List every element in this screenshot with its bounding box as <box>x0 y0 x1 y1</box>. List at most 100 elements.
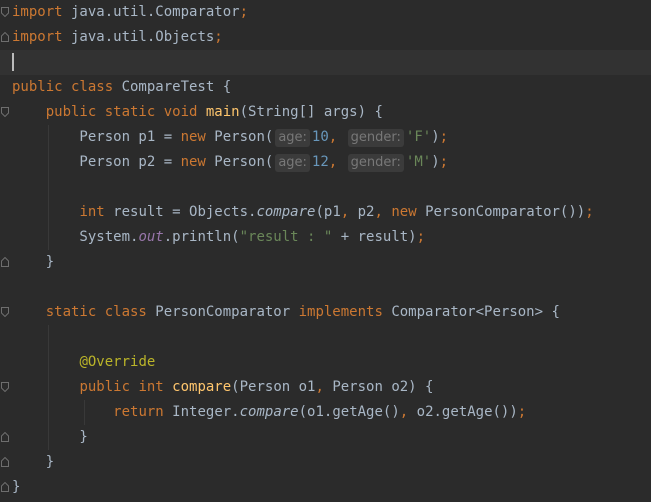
code-token: , <box>328 129 346 145</box>
code-line[interactable]: } <box>0 450 651 475</box>
code-line[interactable] <box>0 175 651 200</box>
code-token: Person p1 = <box>12 129 181 145</box>
code-line[interactable]: System.out.println("result : " + result)… <box>0 225 651 250</box>
code-line-text: } <box>12 250 54 275</box>
code-token: p2 <box>357 204 375 220</box>
code-token: 'F' <box>405 129 432 145</box>
code-line[interactable]: import java.util.Objects; <box>0 25 651 50</box>
code-token: ; <box>439 129 449 145</box>
code-line-text: public int compare(Person o1, Person o2)… <box>12 375 433 400</box>
code-line[interactable]: import java.util.Comparator; <box>0 0 651 25</box>
code-line-text: } <box>12 450 54 475</box>
code-line[interactable]: } <box>0 475 651 500</box>
code-token: Person o2) { <box>332 379 434 395</box>
code-token: ) <box>431 154 440 170</box>
code-token: result = Objects. <box>113 204 257 220</box>
code-token: java.util.Comparator <box>62 4 240 20</box>
code-token: Person p2 = <box>12 154 181 170</box>
code-token: ) <box>431 129 440 145</box>
fold-close-icon[interactable] <box>1 482 9 492</box>
fold-close-icon[interactable] <box>1 257 9 267</box>
fold-open-icon[interactable] <box>1 382 9 392</box>
code-token: ; <box>239 4 249 20</box>
code-token: "result : " <box>239 229 333 245</box>
code-token: main <box>205 104 240 120</box>
code-token: (o1.getAge() <box>298 404 400 420</box>
code-token: public int <box>79 379 173 395</box>
code-line[interactable]: } <box>0 250 651 275</box>
code-token: (p1 <box>315 204 341 220</box>
code-token: , <box>399 404 417 420</box>
parameter-hint: age: <box>275 154 310 172</box>
code-token: return <box>113 404 173 420</box>
code-token: 12 <box>311 154 329 170</box>
code-line[interactable]: public int compare(Person o1, Person o2)… <box>0 375 651 400</box>
code-token: , <box>328 154 346 170</box>
code-line[interactable]: static class PersonComparator implements… <box>0 300 651 325</box>
code-line[interactable]: Person p2 = new Person(age: 12, gender: 'M… <box>0 150 651 175</box>
fold-close-icon[interactable] <box>1 32 9 42</box>
code-token: @Override <box>79 354 156 370</box>
code-token: new <box>180 154 215 170</box>
code-line-text: Person p1 = new Person(age: 10, gender: 'F… <box>12 125 448 150</box>
fold-close-icon[interactable] <box>1 432 9 442</box>
code-token: int <box>79 204 114 220</box>
code-editor[interactable]: import java.util.Comparator; import java.… <box>0 0 651 502</box>
code-token: ; <box>214 29 223 45</box>
code-line[interactable]: public static void main(String[] args) { <box>0 100 651 125</box>
code-line[interactable]: Person p1 = new Person(age: 10, gender: 'F… <box>0 125 651 150</box>
code-token: public static void <box>45 104 206 120</box>
code-token: } <box>12 429 88 445</box>
code-line[interactable]: } <box>0 425 651 450</box>
code-token: compare <box>172 379 232 395</box>
code-line-text: System.out.println("result : " + result)… <box>12 225 425 250</box>
code-token: 'M' <box>405 154 432 170</box>
code-token: } <box>12 479 21 495</box>
code-token: ; <box>416 229 426 245</box>
code-token: Integer. <box>172 404 240 420</box>
code-token: (String[] args) { <box>239 104 383 120</box>
indent-guide <box>48 125 49 250</box>
code-line-text: import java.util.Comparator; <box>12 0 248 25</box>
code-token: new <box>180 129 215 145</box>
fold-open-icon[interactable] <box>1 307 9 317</box>
code-token: import <box>12 29 63 45</box>
code-line[interactable]: @Override <box>0 350 651 375</box>
code-token: public class <box>12 79 122 95</box>
code-token: o2.getAge()) <box>416 404 518 420</box>
code-token: , <box>340 204 358 220</box>
fold-close-icon[interactable] <box>1 457 9 467</box>
code-token: } <box>12 254 55 270</box>
code-token: out <box>138 229 164 245</box>
code-line-text: public class CompareTest { <box>12 75 231 100</box>
code-line[interactable] <box>0 50 651 75</box>
code-line-text: } <box>12 475 20 500</box>
code-token: static class <box>45 304 156 320</box>
code-line[interactable] <box>0 325 651 350</box>
code-token: PersonComparator <box>155 304 299 320</box>
code-line[interactable]: int result = Objects.compare(p1, p2, new… <box>0 200 651 225</box>
text-caret <box>12 53 14 71</box>
code-token: + result) <box>332 229 417 245</box>
code-token: System. <box>12 229 139 245</box>
code-line-text: import java.util.Objects; <box>12 25 223 50</box>
code-token: Comparator<Person> { <box>391 304 560 320</box>
fold-open-icon[interactable] <box>1 7 9 17</box>
indent-guide <box>48 325 49 450</box>
code-line[interactable]: return Integer.compare(o1.getAge(), o2.g… <box>0 400 651 425</box>
code-token: PersonComparator()) <box>425 204 586 220</box>
code-line[interactable] <box>0 275 651 300</box>
code-token: ; <box>517 404 527 420</box>
code-line[interactable]: public class CompareTest { <box>0 75 651 100</box>
fold-open-icon[interactable] <box>1 107 9 117</box>
indent-guide <box>84 400 85 425</box>
code-token: (Person o1 <box>231 379 316 395</box>
code-token: compare <box>239 404 299 420</box>
parameter-hint: age: <box>275 129 310 147</box>
code-line-text: int result = Objects.compare(p1, p2, new… <box>12 200 593 225</box>
code-line-text: Person p2 = new Person(age: 12, gender: 'M… <box>12 150 448 175</box>
